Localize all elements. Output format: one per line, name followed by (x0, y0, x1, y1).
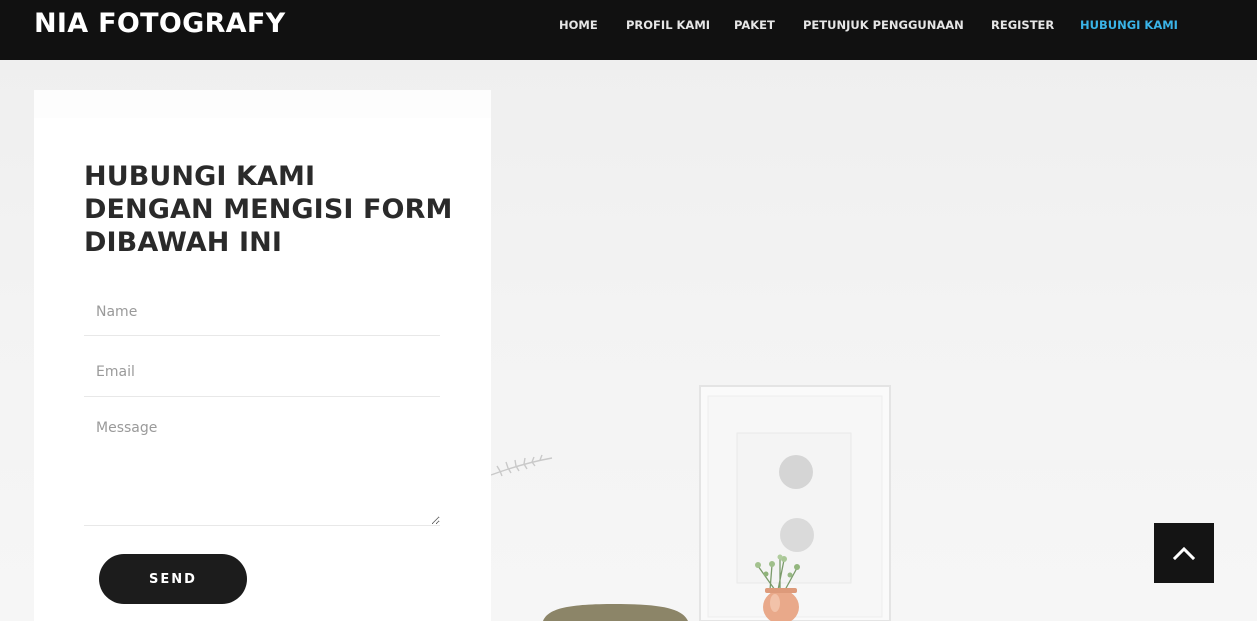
nav-home[interactable]: HOME (559, 17, 598, 33)
picture-frame-decoration (699, 385, 891, 621)
card-top-strip (34, 90, 491, 118)
nav-hubungi-kami[interactable]: HUBUNGI KAMI (1080, 17, 1178, 33)
nav-register[interactable]: REGISTER (991, 17, 1054, 33)
send-button[interactable]: SEND (99, 554, 247, 604)
nav-profil-kami[interactable]: PROFIL KAMI (626, 17, 710, 33)
message-textarea[interactable] (84, 408, 440, 526)
name-input[interactable] (84, 288, 440, 336)
scroll-to-top-button[interactable] (1154, 523, 1214, 583)
main-nav: HOME PROFIL KAMI PAKET PETUNJUK PENGGUNA… (0, 17, 1257, 37)
nav-petunjuk-penggunaan[interactable]: PETUNJUK PENGGUNAAN (803, 17, 964, 33)
chair-decoration (543, 604, 688, 621)
contact-form-title: HUBUNGI KAMI DENGAN MENGISI FORM DIBAWAH… (84, 161, 453, 258)
dried-plant-decoration (490, 454, 553, 477)
email-input[interactable] (84, 348, 440, 397)
nav-paket[interactable]: PAKET (734, 17, 775, 33)
top-navbar: NIA FOTOGRAFY HOME PROFIL KAMI PAKET PET… (0, 0, 1257, 60)
chevron-up-icon (1173, 546, 1195, 560)
contact-form-card: HUBUNGI KAMI DENGAN MENGISI FORM DIBAWAH… (34, 90, 491, 621)
